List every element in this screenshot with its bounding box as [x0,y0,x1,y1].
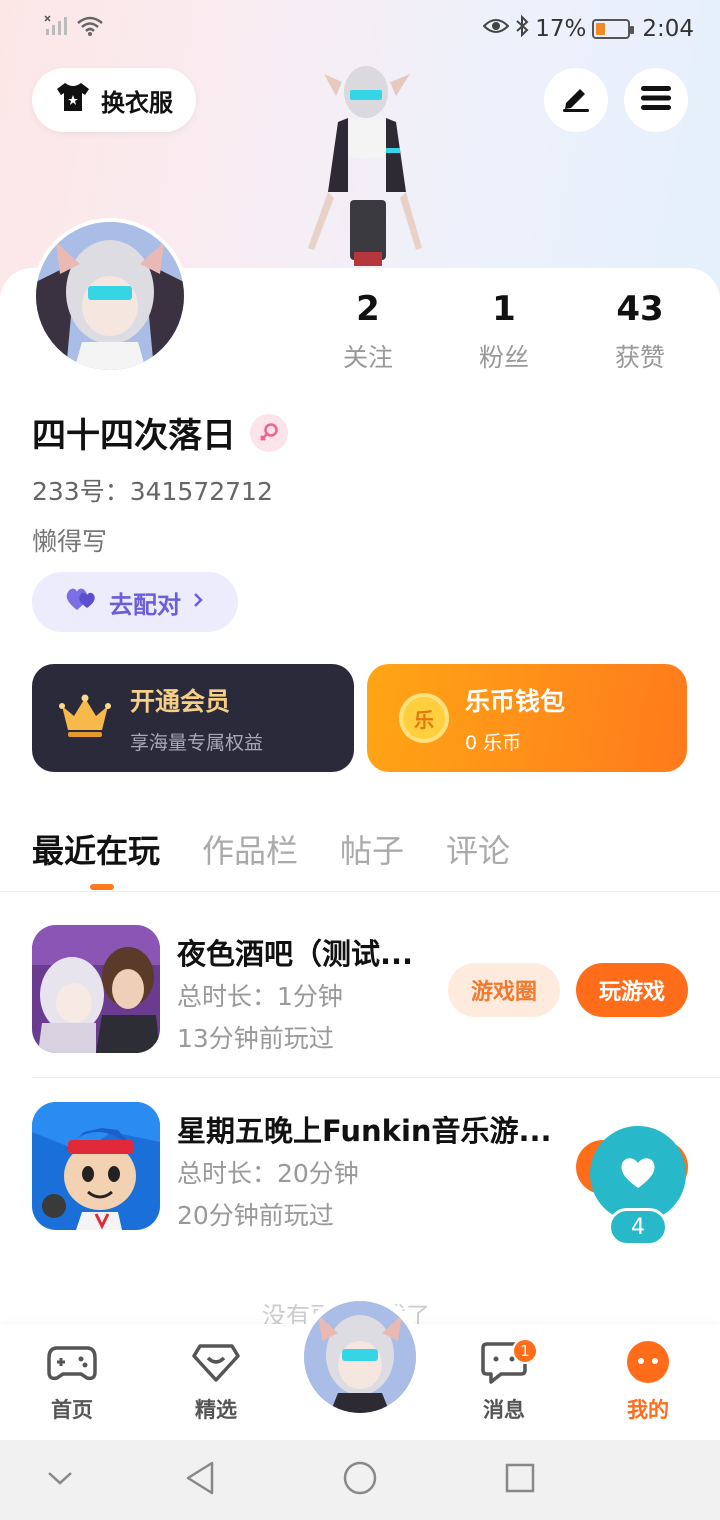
system-nav-bar [0,1440,720,1520]
vip-card[interactable]: 开通会员 享海量专属权益 [32,664,354,772]
chevron-right-icon [191,588,205,616]
edit-profile-button[interactable] [544,68,608,132]
wallet-card[interactable]: 乐 乐币钱包 0 乐币 [367,664,687,772]
menu-icon [641,85,671,115]
play-game-button[interactable]: 玩游戏 [576,963,688,1017]
status-bar: 17% 2:04 [0,0,720,58]
double-heart-icon [65,586,99,618]
battery-percent: 17% [535,16,587,42]
vip-title: 开通会员 [130,686,231,716]
clock: 2:04 [642,16,694,42]
nav-label: 消息 [483,1398,525,1422]
username-text: 四十四次落日 [32,416,236,456]
profile-tabs: 最近在玩 作品栏 帖子 评论 [32,826,510,872]
recents-square-icon [504,1462,536,1498]
eye-comfort-icon [482,16,510,42]
bottom-nav: 首页 精选 1 消息 我的 [0,1294,720,1440]
user-id: 233号：341572712 [32,477,273,506]
back-triangle-icon [184,1460,216,1500]
nav-home[interactable]: 首页 [22,1342,122,1424]
back-button[interactable] [178,1458,222,1502]
stat-label: 获赞 [614,343,665,372]
menu-button[interactable] [624,68,688,132]
female-icon [250,413,288,452]
home-button[interactable] [338,1458,382,1502]
nav-featured[interactable]: 精选 [166,1342,266,1424]
recents-button[interactable] [498,1458,542,1502]
wifi-icon [76,15,104,43]
wallet-title: 乐币钱包 [465,686,566,716]
avatar-3d-figure[interactable] [288,52,438,272]
home-circle-icon [342,1460,378,1500]
game-title: 夜色酒吧（测试... [177,937,414,971]
heart-badge-icon [192,1340,240,1388]
tab-indicator [90,884,114,890]
nav-label: 首页 [51,1398,93,1422]
heart-icon [618,1154,658,1194]
stat-value: 1 [492,289,516,329]
game-icon-fnf[interactable] [32,1102,160,1230]
battery-icon [592,19,635,39]
coin-icon: 乐 [399,693,449,743]
nav-label: 我的 [627,1398,669,1422]
game-circle-button[interactable]: 游戏圈 [448,963,560,1017]
game-icon-night-bar[interactable] [32,925,160,1053]
like-count: 4 [608,1208,668,1246]
game-row[interactable]: 夜色酒吧（测试... 总时长：1分钟 13分钟前玩过 游戏圈 玩游戏 [32,925,688,1055]
game-last-played: 13分钟前玩过 [177,1024,334,1053]
stat-label: 关注 [342,343,393,372]
change-outfit-label: 换衣服 [101,88,173,117]
stat-following[interactable]: 2 关注 [300,288,436,374]
divider [32,1077,720,1078]
bluetooth-icon [515,14,529,43]
change-outfit-button[interactable]: 换衣服 [32,68,196,132]
stat-likes[interactable]: 43 获赞 [572,288,708,374]
wallet-balance: 0 乐币 [465,731,522,754]
signal-icon [44,15,68,43]
floating-like-button[interactable]: 4 [588,1126,688,1248]
stat-label: 粉丝 [478,343,529,372]
tab-comments[interactable]: 评论 [446,826,510,872]
collapse-button[interactable] [38,1458,82,1502]
stat-value: 2 [356,289,380,329]
game-last-played: 20分钟前玩过 [177,1201,334,1230]
username: 四十四次落日 [32,408,288,457]
message-badge: 1 [512,1338,538,1364]
tab-posts[interactable]: 帖子 [340,826,404,872]
stat-value: 43 [616,289,664,329]
nav-label: 精选 [195,1398,237,1422]
tshirt-icon [55,81,91,119]
avatar[interactable] [32,218,188,374]
gamepad-icon [47,1342,97,1388]
game-duration: 总时长：20分钟 [177,1159,359,1188]
user-bio: 懒得写 [32,527,108,556]
stat-followers[interactable]: 1 粉丝 [436,288,572,374]
pencil-icon [560,83,592,117]
smile-icon [626,1340,670,1388]
vip-subtitle: 享海量专属权益 [130,731,264,754]
tab-works[interactable]: 作品栏 [202,826,298,872]
crown-icon [58,692,112,744]
game-title: 星期五晚上Funkin音乐游... [177,1114,552,1148]
chevron-down-icon [46,1469,74,1491]
nav-avatar-button[interactable] [297,1294,423,1420]
game-duration: 总时长：1分钟 [177,982,343,1011]
pair-label: 去配对 [109,590,181,619]
profile-stats: 2 关注 1 粉丝 43 获赞 [300,288,720,374]
pair-button[interactable]: 去配对 [32,572,238,632]
avatar [304,1301,416,1413]
nav-messages[interactable]: 1 消息 [454,1338,554,1424]
tab-recently-played[interactable]: 最近在玩 [32,826,160,872]
divider [0,891,720,892]
nav-me[interactable]: 我的 [598,1340,698,1424]
